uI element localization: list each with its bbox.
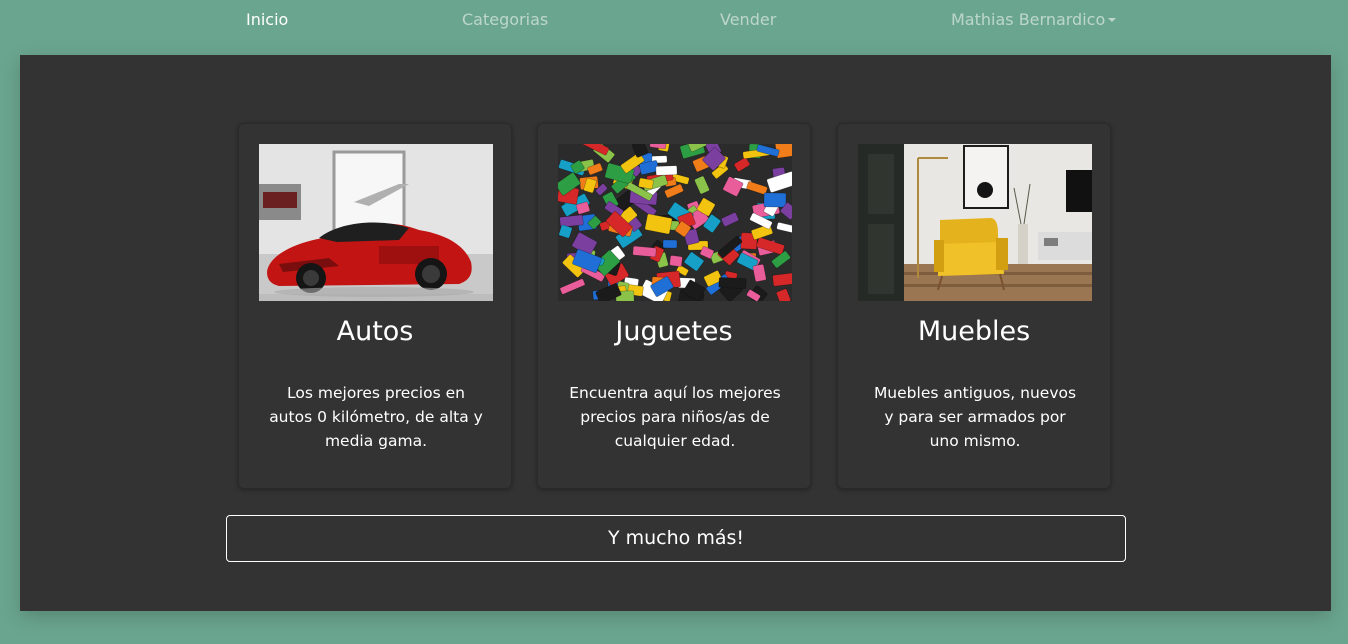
card-title-juguetes: Juguetes <box>615 316 733 347</box>
card-image-muebles <box>858 144 1092 301</box>
nav-link-categorias[interactable]: Categorias <box>462 10 548 30</box>
nav-link-vender[interactable]: Vender <box>720 10 776 30</box>
category-card-muebles[interactable]: Muebles Muebles antiguos, nuevos y para … <box>837 123 1111 489</box>
top-navbar: Inicio Categorias Vender Mathias Bernard… <box>0 0 1348 42</box>
main-panel: Autos Los mejores precios en autos 0 kil… <box>20 55 1331 611</box>
card-text-autos: Los mejores precios en autos 0 kilómetro… <box>269 384 483 450</box>
caret-down-icon <box>1108 18 1117 22</box>
nav-link-inicio[interactable]: Inicio <box>246 10 288 30</box>
card-image-autos <box>259 144 493 301</box>
category-card-autos[interactable]: Autos Los mejores precios en autos 0 kil… <box>238 123 512 489</box>
category-card-juguetes[interactable]: Juguetes Encuentra aquí los mejores prec… <box>537 123 811 489</box>
card-text-muebles: Muebles antiguos, nuevos y para ser arma… <box>873 384 1077 450</box>
red-sports-car-image <box>259 144 493 301</box>
card-title-autos: Autos <box>336 316 414 347</box>
nav-user-dropdown[interactable]: Mathias Bernardico <box>951 10 1117 30</box>
yellow-armchair-image <box>858 144 1092 301</box>
card-title-muebles: Muebles <box>917 316 1031 347</box>
more-categories-button[interactable]: Y mucho más! <box>226 515 1126 562</box>
card-text-juguetes: Encuentra aquí los mejores precios para … <box>569 384 781 450</box>
card-image-juguetes <box>558 144 792 301</box>
toy-bricks-image <box>558 144 792 301</box>
user-name-label: Mathias Bernardico <box>951 10 1106 29</box>
